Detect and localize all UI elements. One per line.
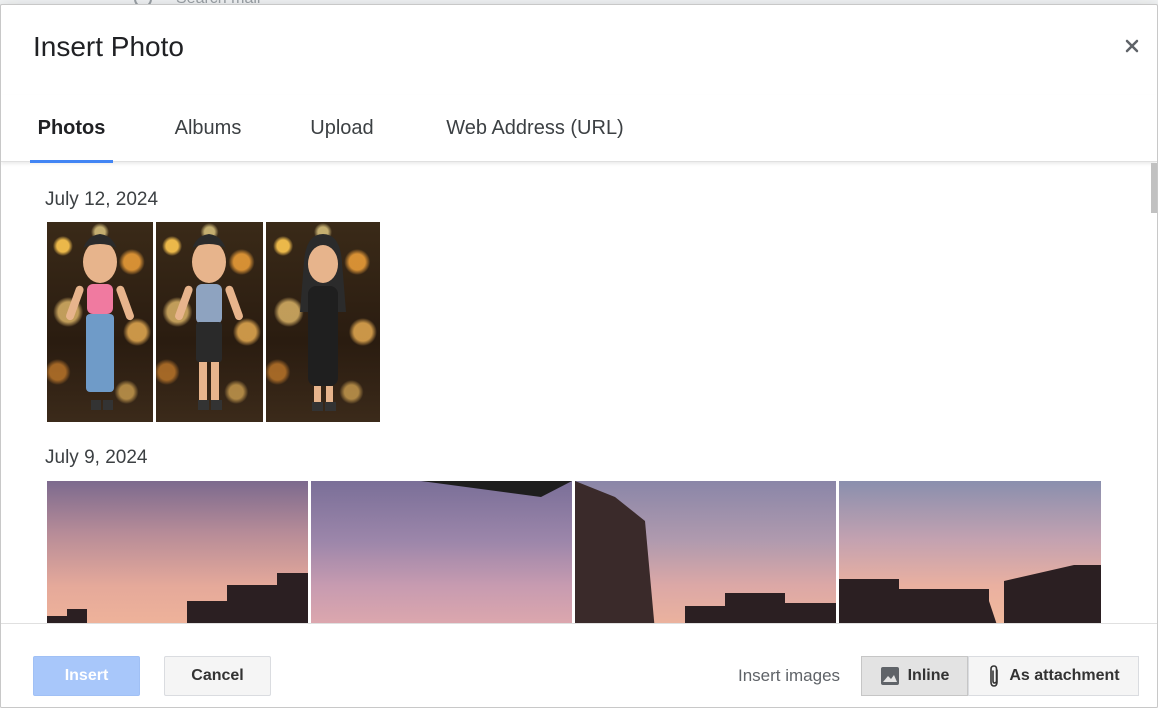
inline-toggle-button[interactable]: Inline [861,656,968,696]
photo-group-date: July 9, 2024 [45,447,148,468]
avatar-figure [300,234,346,411]
dialog-title: Insert Photo [33,31,184,62]
sunset-skyline [839,565,1101,623]
photo-group-date: July 12, 2024 [45,189,159,210]
image-icon [880,667,899,685]
tab-web-address[interactable]: Web Address (URL) [435,95,635,161]
photo-thumbnail[interactable] [266,222,380,422]
tab-bar: Photos Albums Upload Web Address (URL) [1,95,1157,163]
avatar-figure [175,234,243,410]
photo-thumbnail[interactable] [311,481,572,623]
tab-upload-label: Upload [310,116,374,139]
tab-albums[interactable]: Albums [167,95,249,161]
close-icon [1125,39,1139,53]
close-button[interactable] [1121,35,1143,57]
insert-button[interactable]: Insert [33,656,140,696]
insert-photo-dialog: Insert Photo Photos Albums Upload Web Ad… [0,4,1158,708]
sunset-sky [421,481,572,497]
attachment-label: As attachment [1009,667,1120,684]
tab-web-address-label: Web Address (URL) [446,116,624,139]
tab-photos-label: Photos [37,116,106,139]
photo-thumbnail[interactable] [156,222,263,422]
tab-upload[interactable]: Upload [303,95,381,161]
tab-albums-label: Albums [174,116,242,139]
avatar-figure [66,234,134,410]
paperclip-icon [990,665,999,687]
tab-photos[interactable]: Photos [30,95,113,163]
inline-label: Inline [907,667,950,684]
photo-thumbnail[interactable] [575,481,836,623]
sunset-skyline [575,481,836,623]
dialog-footer: Insert Cancel Insert images Inline As at… [1,623,1157,707]
insert-images-label: Insert images [738,666,841,685]
photo-thumbnail[interactable] [47,481,308,623]
sunset-skyline [47,573,308,623]
attachment-toggle-button[interactable]: As attachment [968,656,1139,696]
scrollbar[interactable] [1151,163,1157,213]
cancel-button[interactable]: Cancel [164,656,271,696]
photo-grid[interactable]: July 12, 2024 July 9, 2024 [1,163,1157,623]
photo-thumbnail[interactable] [47,222,153,422]
photo-thumbnail[interactable] [839,481,1101,623]
